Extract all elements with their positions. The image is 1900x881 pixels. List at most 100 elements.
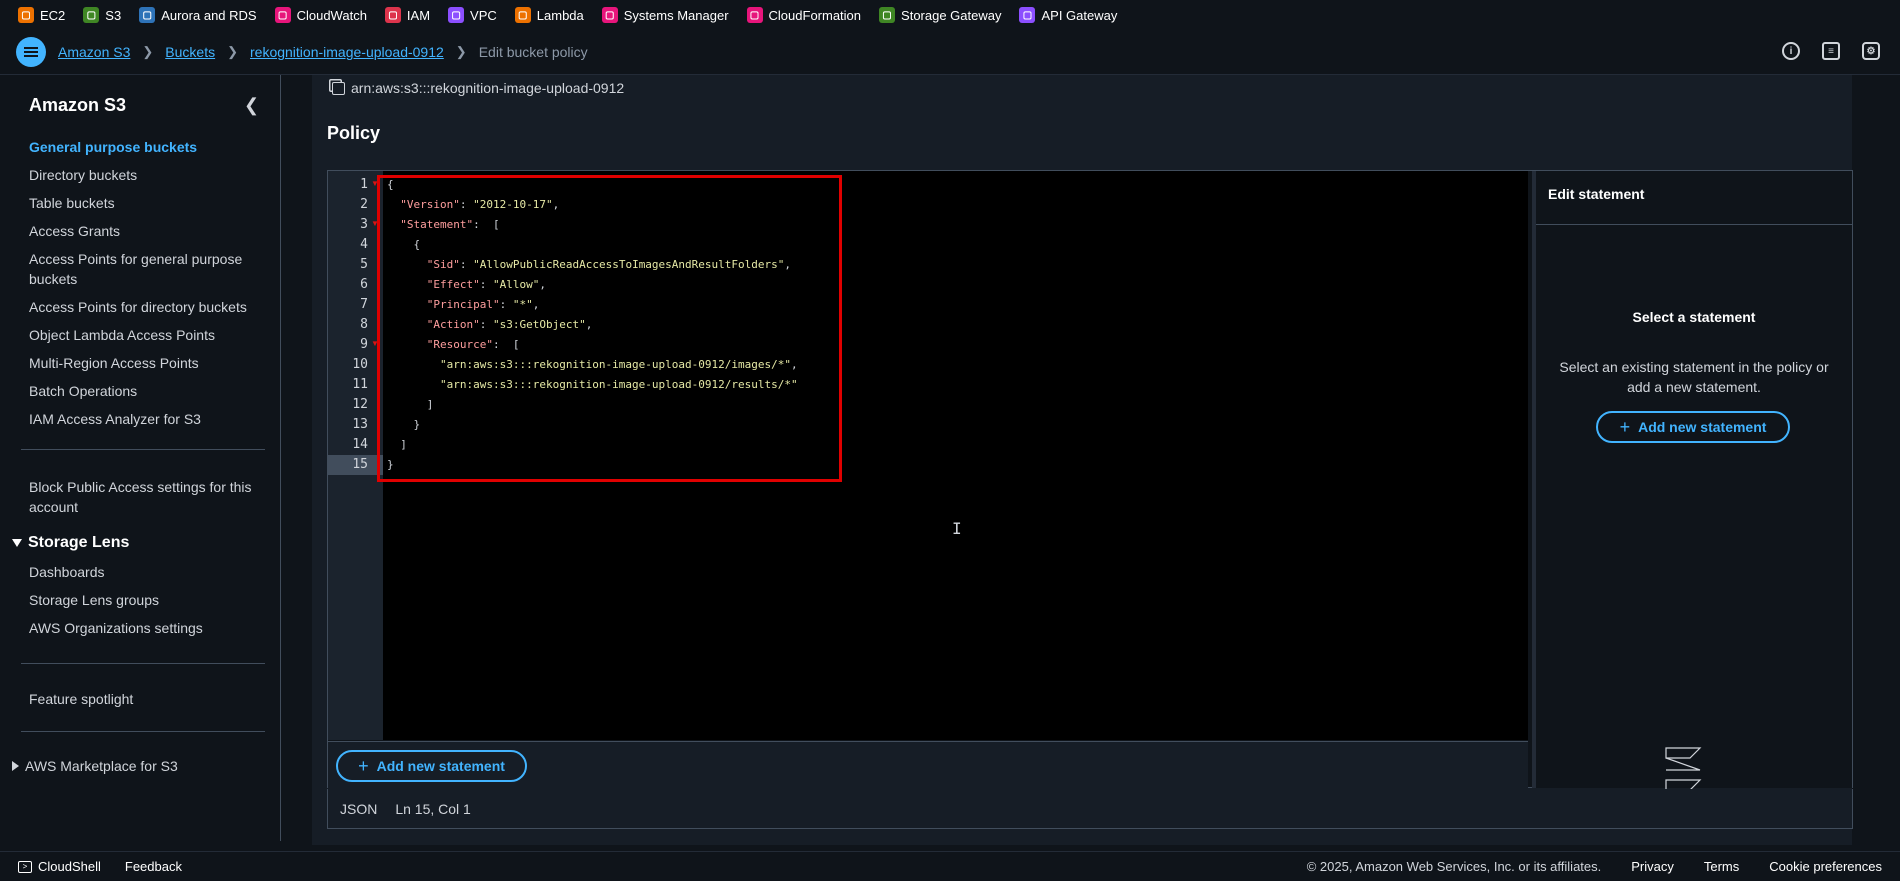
- cloudshell-button[interactable]: > CloudShell: [18, 859, 101, 874]
- text-cursor-icon: I: [952, 519, 962, 538]
- favorite-rds[interactable]: ▢ Aurora and RDS: [139, 7, 257, 23]
- add-new-statement-button[interactable]: + Add new statement: [336, 750, 527, 782]
- chevron-right-icon: ❯: [227, 44, 238, 59]
- select-statement-description: Select an existing statement in the poli…: [1559, 359, 1829, 395]
- favorite-label: CloudWatch: [296, 7, 367, 23]
- json-value: "*": [512, 298, 533, 311]
- s3-icon: ▢: [83, 7, 100, 23]
- cookie-preferences-link[interactable]: Cookie preferences: [1769, 859, 1882, 874]
- fold-caret-icon[interactable]: ▼: [371, 339, 379, 348]
- editor-status-bar: JSON Ln 15, Col 1: [327, 789, 1853, 829]
- json-punctuation: ,: [539, 278, 546, 291]
- json-key: "Action": [426, 318, 480, 331]
- line-number: 5: [360, 257, 368, 272]
- privacy-link[interactable]: Privacy: [1631, 859, 1674, 874]
- menu-icon[interactable]: [16, 37, 46, 67]
- json-key: "Statement": [400, 218, 474, 231]
- json-punctuation: ]: [400, 438, 407, 451]
- favorite-label: IAM: [406, 7, 431, 23]
- sidebar-item-directory-buckets[interactable]: Directory buckets: [29, 165, 259, 185]
- sidebar-item-access-grants[interactable]: Access Grants: [29, 221, 259, 241]
- favorites-bar: ▢ EC2 ▢ S3 ▢ Aurora and RDS ▢ CloudWatch ▢ IAM ▢ VP…: [0, 0, 1900, 30]
- edit-statement-panel: Edit statement Select a statement Select…: [1532, 171, 1852, 788]
- breadcrumb-bucket[interactable]: rekognition-image-upload-0912: [250, 44, 444, 60]
- storage-lens-section[interactable]: Storage Lens: [12, 534, 129, 552]
- json-key: "Effect": [426, 278, 480, 291]
- breadcrumb-current: Edit bucket policy: [478, 44, 588, 60]
- breadcrumb-buckets[interactable]: Buckets: [165, 44, 215, 60]
- breadcrumb-amazon-s3[interactable]: Amazon S3: [58, 44, 130, 60]
- bucket-arn-text: arn:aws:s3:::rekognition-image-upload-09…: [351, 80, 625, 96]
- line-number: 7: [360, 297, 368, 312]
- chevron-right-icon: ❯: [455, 44, 467, 59]
- terminal-icon: >: [18, 860, 32, 873]
- sidebar-item-table-buckets[interactable]: Table buckets: [29, 193, 259, 213]
- line-number: 4: [360, 237, 368, 252]
- favorite-cloudformation[interactable]: ▢ CloudFormation: [746, 7, 861, 23]
- code-line: "Principal": "*",: [426, 298, 540, 311]
- json-punctuation: ,: [552, 198, 560, 211]
- sidebar-item-access-points-gp[interactable]: Access Points for general purpose bucket…: [29, 249, 259, 289]
- sidebar-divider: [21, 663, 265, 664]
- favorite-label: API Gateway: [1041, 7, 1118, 23]
- sidebar-item-object-lambda[interactable]: Object Lambda Access Points: [29, 325, 259, 345]
- editor-mode: JSON: [340, 800, 378, 817]
- copy-icon[interactable]: [332, 81, 345, 95]
- marketplace-section[interactable]: AWS Marketplace for S3: [12, 758, 178, 774]
- line-number: 14: [352, 437, 368, 452]
- sidebar-item-storage-lens-groups[interactable]: Storage Lens groups: [29, 590, 259, 610]
- terms-link[interactable]: Terms: [1704, 859, 1739, 874]
- caret-right-icon: [12, 761, 19, 771]
- favorite-api-gateway[interactable]: ▢ API Gateway: [1019, 7, 1117, 23]
- favorite-cloudwatch[interactable]: ▢ CloudWatch: [274, 7, 367, 23]
- sidebar-item-multi-region[interactable]: Multi-Region Access Points: [29, 353, 259, 373]
- cursor-position: Ln 15, Col 1: [395, 800, 471, 817]
- sidebar-item-block-public-access[interactable]: Block Public Access settings for this ac…: [29, 477, 259, 517]
- line-number: 15: [328, 455, 383, 475]
- notifications-panel-icon[interactable]: ≡: [1822, 42, 1840, 60]
- settings-icon[interactable]: ⚙: [1862, 42, 1880, 60]
- side-add-new-statement-label: Add new statement: [1638, 419, 1767, 435]
- favorite-vpc[interactable]: ▢ VPC: [448, 7, 497, 23]
- sidebar-item-batch-operations[interactable]: Batch Operations: [29, 381, 259, 401]
- favorite-systems-manager[interactable]: ▢ Systems Manager: [601, 7, 729, 23]
- edit-statement-title: Edit statement: [1548, 186, 1645, 202]
- favorite-lambda[interactable]: ▢ Lambda: [514, 7, 584, 23]
- favorite-iam[interactable]: ▢ IAM: [384, 7, 431, 23]
- collapse-sidebar-icon[interactable]: ❮: [244, 95, 259, 116]
- sidebar-item-org-settings[interactable]: AWS Organizations settings: [29, 618, 259, 638]
- line-number: 10: [352, 357, 368, 372]
- fold-caret-icon[interactable]: ▼: [371, 219, 379, 228]
- code-line: ]: [387, 435, 407, 455]
- side-add-new-statement-button[interactable]: + Add new statement: [1596, 411, 1790, 443]
- code-line: "arn:aws:s3:::rekognition-image-upload-0…: [387, 355, 798, 375]
- json-punctuation: ,: [585, 318, 593, 331]
- rds-icon: ▢: [139, 7, 156, 23]
- sidebar-item-feature-spotlight[interactable]: Feature spotlight: [29, 689, 259, 709]
- favorite-ec2[interactable]: ▢ EC2: [18, 7, 65, 23]
- feedback-link[interactable]: Feedback: [125, 859, 182, 874]
- code-line: "Effect": "Allow",: [426, 278, 546, 291]
- sidebar-item-access-points-dir[interactable]: Access Points for directory buckets: [29, 297, 259, 317]
- info-icon[interactable]: i: [1782, 42, 1800, 60]
- sidebar-item-general-purpose-buckets[interactable]: General purpose buckets: [29, 137, 259, 157]
- sidebar-item-iam-access-analyzer[interactable]: IAM Access Analyzer for S3: [29, 409, 259, 429]
- favorite-label: S3: [105, 7, 122, 23]
- storage-lens-title: Storage Lens: [28, 534, 130, 551]
- favorite-label: Aurora and RDS: [161, 7, 257, 23]
- json-punctuation: ,: [790, 358, 798, 371]
- sidebar-item-dashboards[interactable]: Dashboards: [29, 562, 259, 582]
- code-line: "Action": "s3:GetObject",: [426, 318, 593, 331]
- caret-down-icon: [12, 539, 22, 547]
- plus-icon: +: [358, 755, 369, 776]
- json-punctuation: [: [506, 338, 520, 351]
- line-number: 12: [352, 397, 368, 412]
- line-number: 6: [360, 277, 368, 292]
- fold-caret-icon[interactable]: ▼: [371, 179, 379, 188]
- policy-code-editor[interactable]: { "Version": "2012-10-17", "Statement": …: [383, 171, 1528, 740]
- bottom-bar: > CloudShell Feedback © 2025, Amazon Web…: [0, 851, 1900, 881]
- systems-manager-icon: ▢: [601, 7, 618, 23]
- favorite-s3[interactable]: ▢ S3: [83, 7, 121, 23]
- sidebar-divider: [21, 731, 265, 732]
- favorite-storage-gateway[interactable]: ▢ Storage Gateway: [879, 7, 1001, 23]
